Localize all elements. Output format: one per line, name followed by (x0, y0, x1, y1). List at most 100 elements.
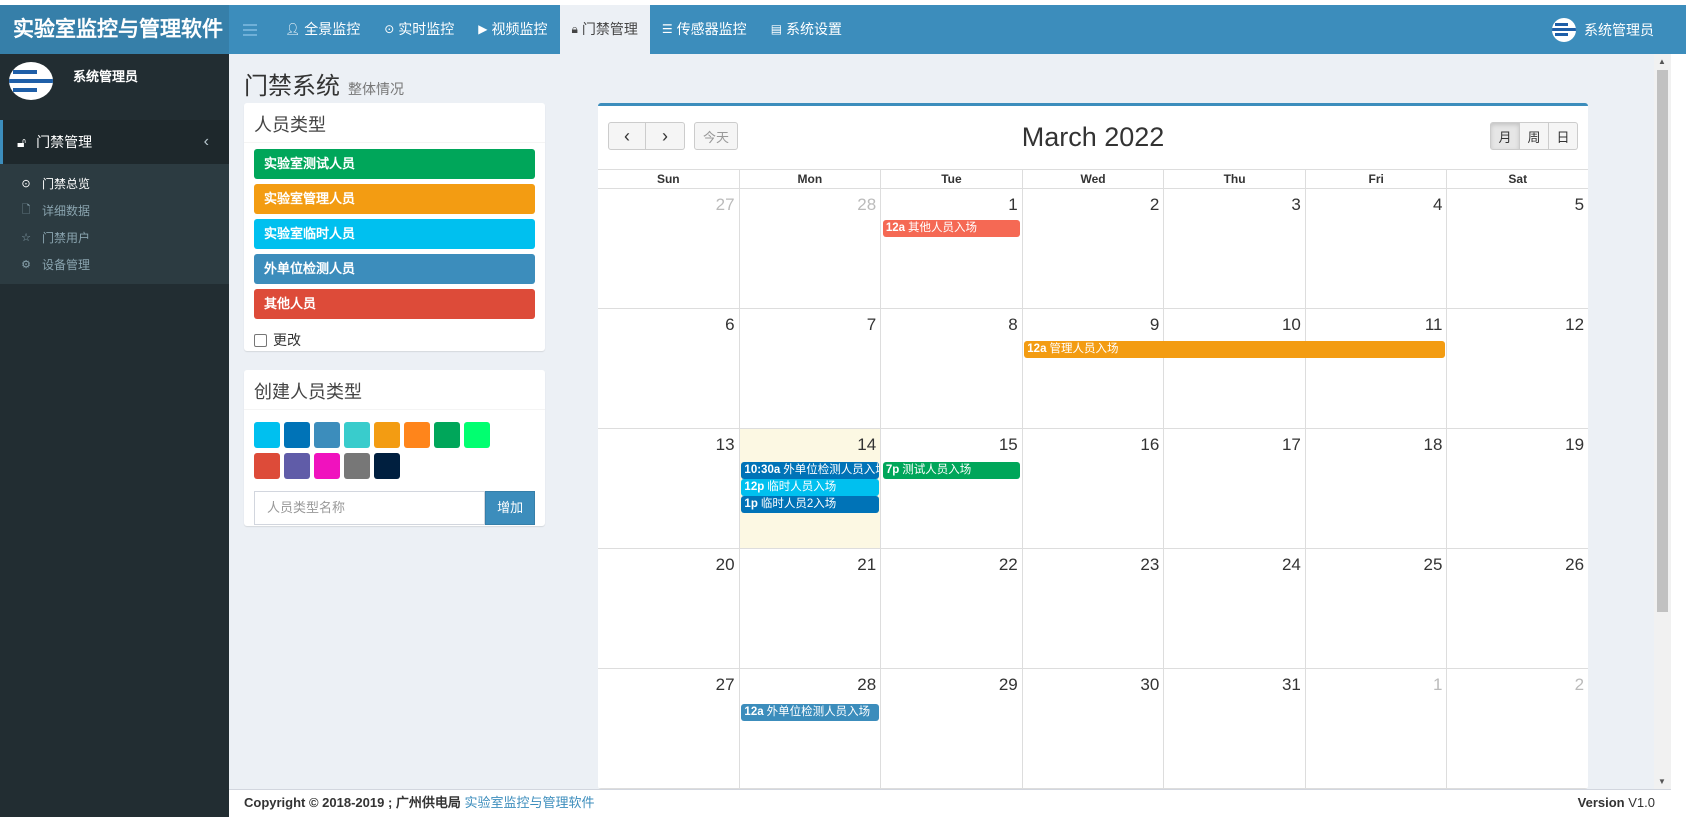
day-number[interactable]: 30 (1140, 675, 1159, 695)
add-type-button[interactable]: 增加 (485, 491, 535, 525)
person-type-item[interactable]: 其他人员 (254, 289, 535, 319)
color-swatch[interactable] (464, 422, 490, 448)
sidebar-toggle-icon[interactable] (243, 24, 257, 36)
app-title[interactable]: 实验室监控与管理软件 (0, 5, 229, 54)
day-number[interactable]: 16 (1140, 435, 1159, 455)
day-cell[interactable]: 11 (1306, 309, 1448, 428)
person-type-item[interactable]: 实验室测试人员 (254, 149, 535, 179)
day-number[interactable]: 25 (1424, 555, 1443, 575)
calendar-event[interactable]: 7p 测试人员入场 (882, 462, 1021, 479)
edit-checkbox[interactable] (254, 333, 267, 347)
color-swatch[interactable] (344, 422, 370, 448)
color-swatch[interactable] (254, 453, 280, 479)
day-number[interactable]: 24 (1282, 555, 1301, 575)
day-cell[interactable]: 26 (1447, 549, 1588, 668)
day-cell[interactable]: 15 (881, 429, 1023, 548)
day-cell[interactable]: 22 (881, 549, 1023, 668)
day-cell[interactable]: 18 (1306, 429, 1448, 548)
day-cell[interactable]: 5 (1447, 189, 1588, 308)
day-number[interactable]: 13 (716, 435, 735, 455)
color-swatch[interactable] (374, 453, 400, 479)
nav-item-2[interactable]: ▶ 视频监控 (466, 5, 559, 54)
nav-item-1[interactable]: ⊙ 实时监控 (372, 5, 466, 54)
day-number[interactable]: 3 (1291, 195, 1300, 215)
person-type-item[interactable]: 实验室管理人员 (254, 184, 535, 214)
nav-item-0[interactable]: 👤︎ 全景监控 (273, 5, 372, 54)
day-cell[interactable]: 6 (598, 309, 740, 428)
day-cell[interactable]: 2 (1447, 669, 1588, 788)
sidebar-item-0[interactable]: ⊙ 门禁总览 (0, 170, 229, 197)
day-number[interactable]: 1 (1433, 675, 1442, 695)
color-swatch[interactable] (284, 453, 310, 479)
day-number[interactable]: 27 (716, 675, 735, 695)
day-number[interactable]: 21 (857, 555, 876, 575)
color-swatch[interactable] (284, 422, 310, 448)
day-cell[interactable]: 16 (1023, 429, 1165, 548)
color-swatch[interactable] (344, 453, 370, 479)
scrollbar-thumb[interactable] (1657, 70, 1668, 612)
day-cell[interactable]: 2 (1023, 189, 1165, 308)
color-swatch[interactable] (314, 422, 340, 448)
view-button-1[interactable]: 周 (1520, 122, 1549, 150)
day-number[interactable]: 26 (1565, 555, 1584, 575)
scroll-down-icon[interactable]: ▼ (1658, 777, 1666, 786)
day-number[interactable]: 28 (857, 675, 876, 695)
day-number[interactable]: 11 (1425, 315, 1443, 335)
type-name-input[interactable]: 人员类型名称 (254, 491, 486, 525)
day-number[interactable]: 14 (857, 435, 876, 455)
day-number[interactable]: 19 (1565, 435, 1584, 455)
day-number[interactable]: 29 (999, 675, 1018, 695)
day-cell[interactable]: 29 (881, 669, 1023, 788)
day-cell[interactable]: 28 (740, 189, 882, 308)
view-button-2[interactable]: 日 (1549, 122, 1578, 150)
day-cell[interactable]: 20 (598, 549, 740, 668)
person-type-item[interactable]: 外单位检测人员 (254, 254, 535, 284)
nav-item-5[interactable]: ▤ 系统设置 (759, 5, 854, 54)
day-number[interactable]: 5 (1575, 195, 1584, 215)
day-cell[interactable]: 17 (1164, 429, 1306, 548)
day-cell[interactable]: 1 (1306, 669, 1448, 788)
day-cell[interactable]: 31 (1164, 669, 1306, 788)
calendar-event[interactable]: 12a 其他人员入场 (882, 220, 1021, 237)
day-number[interactable]: 6 (725, 315, 734, 335)
day-number[interactable]: 8 (1008, 315, 1017, 335)
calendar-event[interactable]: 12a 管理人员入场 (1024, 341, 1445, 358)
user-menu[interactable]: 系统管理员 (1552, 5, 1654, 54)
day-cell[interactable]: 4 (1306, 189, 1448, 308)
footer-link[interactable]: 实验室监控与管理软件 (465, 795, 595, 810)
day-cell[interactable]: 10 (1164, 309, 1306, 428)
color-swatch[interactable] (434, 422, 460, 448)
day-number[interactable]: 28 (857, 195, 876, 215)
day-cell[interactable]: 7 (740, 309, 882, 428)
day-number[interactable]: 4 (1433, 195, 1442, 215)
day-cell[interactable]: 19 (1447, 429, 1588, 548)
day-number[interactable]: 9 (1150, 315, 1159, 335)
sidebar-item-access-control[interactable]: 🔓︎ 门禁管理 ‹ (0, 120, 229, 164)
day-number[interactable]: 2 (1575, 675, 1584, 695)
calendar-event[interactable]: 12a 外单位检测人员入场 (741, 704, 879, 721)
color-swatch[interactable] (254, 422, 280, 448)
color-swatch[interactable] (374, 422, 400, 448)
view-button-0[interactable]: 月 (1490, 122, 1520, 150)
color-swatch[interactable] (314, 453, 340, 479)
day-cell[interactable]: 1 (881, 189, 1023, 308)
day-number[interactable]: 31 (1282, 675, 1301, 695)
day-number[interactable]: 20 (716, 555, 735, 575)
day-number[interactable]: 23 (1140, 555, 1159, 575)
calendar-event[interactable]: 12p 临时人员入场 (741, 479, 879, 496)
edit-checkbox-row[interactable]: 更改 (244, 324, 545, 356)
page-scrollbar[interactable]: ▲ ▼ (1654, 54, 1671, 789)
day-number[interactable]: 17 (1282, 435, 1301, 455)
person-type-item[interactable]: 实验室临时人员 (254, 219, 535, 249)
day-number[interactable]: 22 (999, 555, 1018, 575)
day-cell[interactable]: 27 (598, 669, 740, 788)
day-number[interactable]: 15 (999, 435, 1018, 455)
calendar-event[interactable]: 10:30a 外单位检测人员入场 (741, 462, 879, 479)
sidebar-item-2[interactable]: ☆ 门禁用户 (0, 224, 229, 251)
color-swatch[interactable] (404, 422, 430, 448)
nav-item-3[interactable]: 🔒︎ 门禁管理 (559, 5, 650, 54)
day-number[interactable]: 27 (716, 195, 735, 215)
day-number[interactable]: 2 (1150, 195, 1159, 215)
day-cell[interactable]: 27 (598, 189, 740, 308)
scroll-up-icon[interactable]: ▲ (1658, 57, 1666, 66)
